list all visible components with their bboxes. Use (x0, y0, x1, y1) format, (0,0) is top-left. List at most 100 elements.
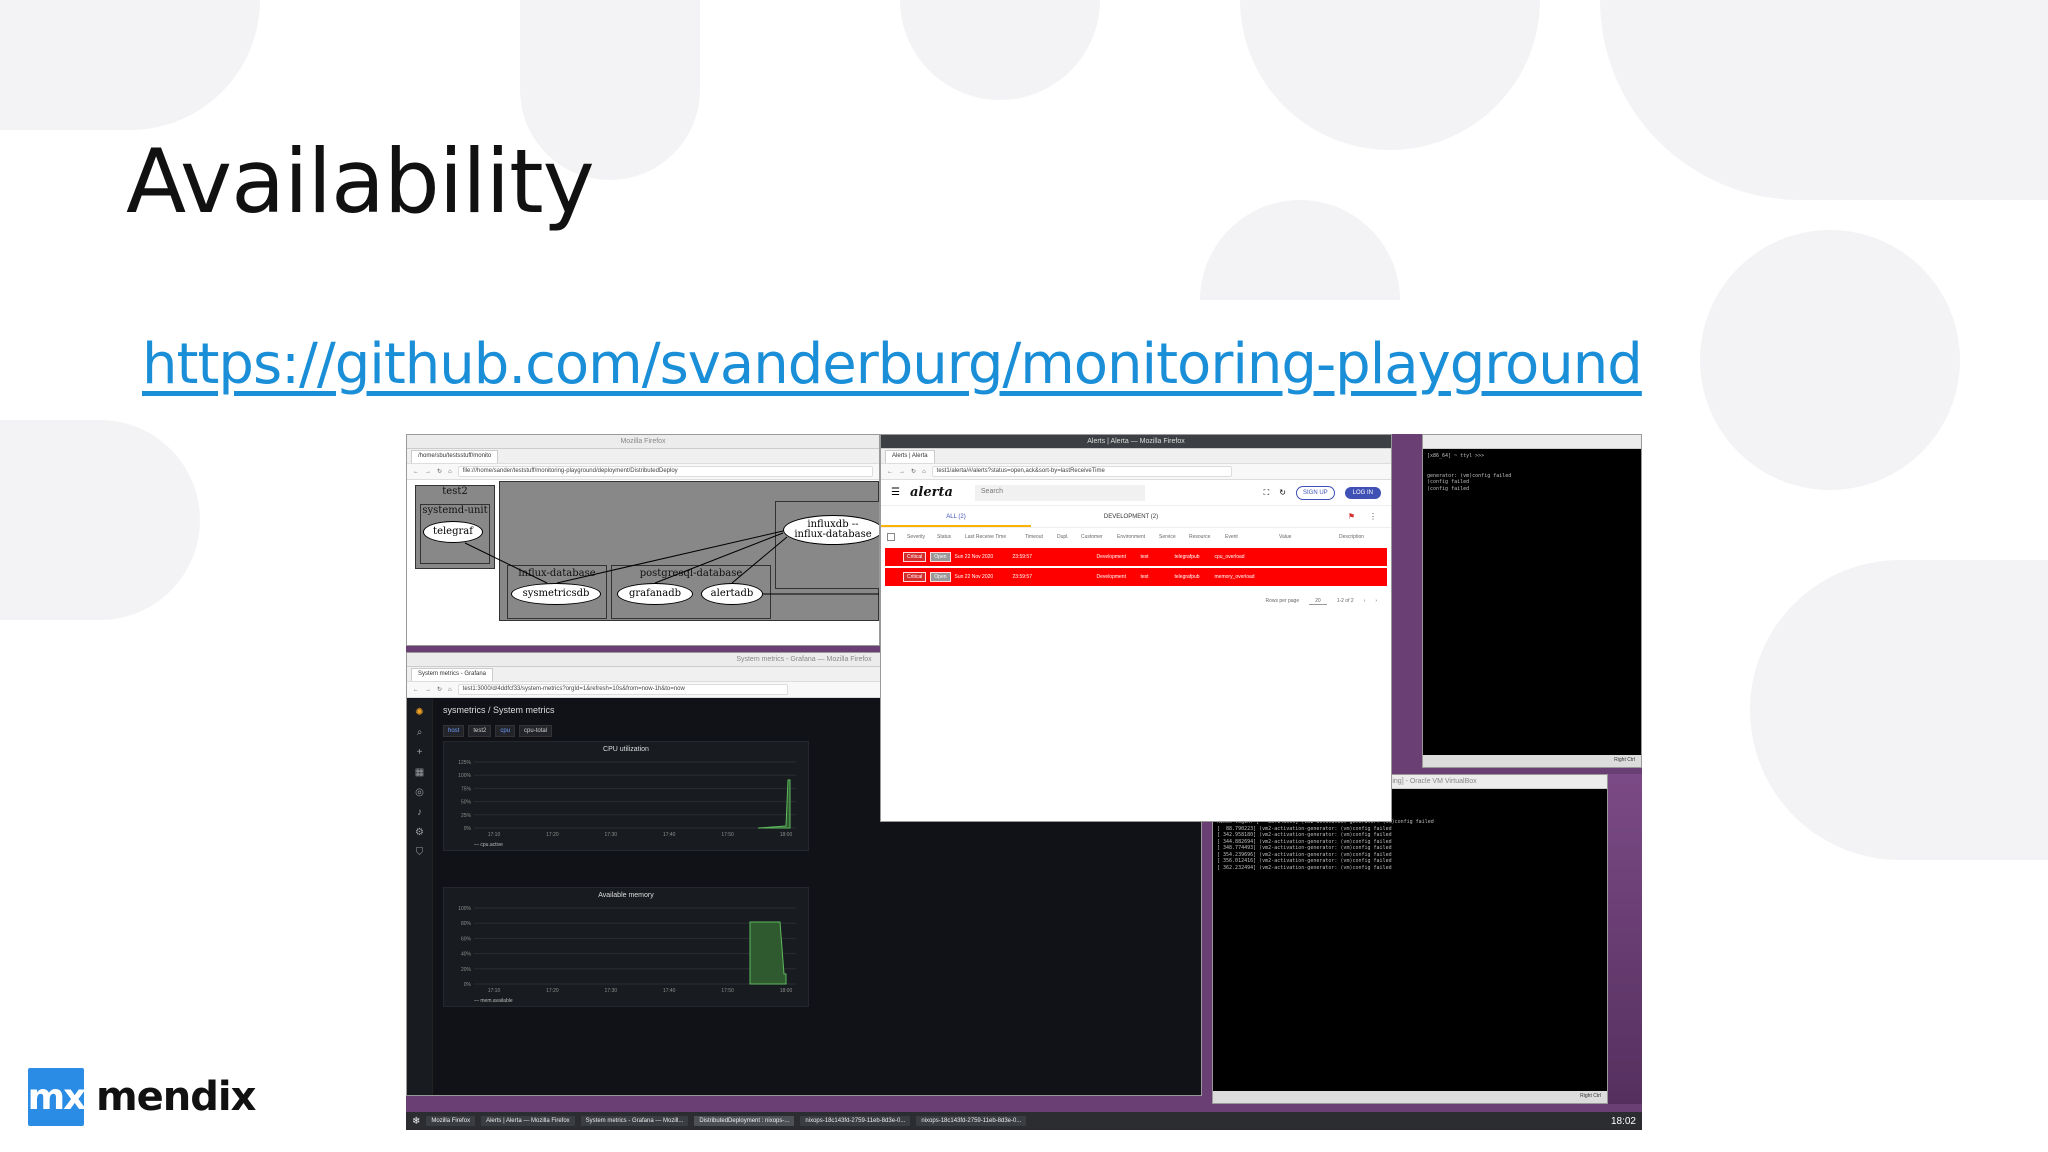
col-header[interactable]: Severity (907, 534, 937, 540)
alerta-toolbar: ☰ alerta Search ⛶ ↻ SIGN UP LOG IN (881, 480, 1391, 506)
refresh-icon[interactable]: ↻ (1279, 488, 1286, 497)
cpu-chart: 125% 100% 75% 50% 25% 0% 17:10 17:20 17:30 17:40 1… (458, 760, 796, 848)
prev-page-icon[interactable]: ‹ (1364, 598, 1366, 605)
var-cpu-select[interactable]: cpu-total (519, 725, 553, 737)
x-tick-label: 18:00 (780, 988, 793, 994)
row-environment: Development (1096, 554, 1126, 560)
start-menu-icon[interactable]: ❄ (412, 1116, 420, 1127)
var-cpu-label: cpu (495, 725, 516, 737)
col-header[interactable]: Dupl. (1057, 534, 1081, 540)
alerta-env-tabs: ALL (2) DEVELOPMENT (2) ⚑ ⋮ (881, 506, 1391, 528)
severity-badge: Critical (903, 572, 927, 582)
home-icon[interactable]: ⌂ (922, 469, 926, 475)
col-header[interactable]: Description (1339, 534, 1379, 540)
taskbar-item[interactable]: Alerts | Alerta — Mozilla Firefox (481, 1116, 575, 1126)
menu-icon[interactable]: ☰ (891, 487, 900, 498)
col-header[interactable]: Service (1159, 534, 1189, 540)
row-timeout: 23:59:57 (1012, 574, 1032, 580)
taskbar-item[interactable]: nixops-18c143fd-2759-11eb-8d3e-0... (800, 1116, 911, 1126)
sign-up-button[interactable]: SIGN UP (1295, 485, 1335, 500)
alerta-tabbar: Alerts | Alerta (881, 449, 1391, 464)
grafana-logo-icon[interactable]: ✺ (415, 707, 423, 718)
dashboard-breadcrumb[interactable]: sysmetrics / System metrics (443, 705, 555, 715)
y-tick-label: 40% (461, 952, 472, 958)
tab-development[interactable]: DEVELOPMENT (2) (1031, 514, 1231, 520)
taskbar-item[interactable]: System metrics - Grafana — Mozill... (580, 1116, 689, 1126)
back-icon[interactable]: ← (413, 469, 419, 475)
reload-icon[interactable]: ↻ (437, 468, 442, 475)
col-header[interactable]: Customer (1081, 534, 1117, 540)
col-header[interactable]: Value (1279, 534, 1339, 540)
cpu-series-line (757, 779, 791, 829)
github-link[interactable]: https://github.com/svanderburg/monitorin… (142, 332, 1643, 397)
tab-all[interactable]: ALL (2) (881, 514, 1031, 520)
vm-window-top: [x86_64] ~ ttyl >>> generator: (vm)confi… (1422, 434, 1642, 768)
graph-url-input[interactable]: file:///home/sander/teststuff/monitoring… (457, 466, 873, 477)
alerta-search-input[interactable]: Search (974, 484, 1145, 501)
graph-browser-window: Mozilla Firefox /home/sbu/testsstuff/mon… (406, 434, 880, 646)
fullscreen-icon[interactable]: ⛶ (1264, 488, 1270, 498)
taskbar-item[interactable]: Mozilla Firefox (426, 1116, 476, 1126)
taskbar-item[interactable]: DistributedDeployment : nixops-... (694, 1116, 795, 1126)
home-icon[interactable]: ⌂ (448, 687, 452, 693)
log-in-button[interactable]: LOG IN (1344, 486, 1381, 499)
col-header[interactable]: Event (1225, 534, 1279, 540)
y-tick-label: 80% (461, 921, 472, 927)
alerting-icon[interactable]: ♪ (417, 807, 422, 818)
forward-icon[interactable]: → (425, 469, 431, 475)
var-host-label: host (443, 725, 465, 737)
dashboards-icon[interactable]: ▦ (415, 767, 424, 778)
node-grafanadb: grafanadb (617, 583, 693, 605)
explore-icon[interactable]: ◎ (415, 787, 424, 798)
reload-icon[interactable]: ↻ (437, 686, 442, 693)
y-tick-label: 0% (464, 982, 472, 988)
logo-wordmark: mendix (96, 1074, 256, 1120)
node-alertadb: alertadb (701, 583, 763, 605)
var-host-select[interactable]: test2 (468, 725, 492, 737)
alert-row[interactable]: Critical Open Sun 22 Nov 2020 23:59:57 D… (885, 548, 1387, 566)
back-icon[interactable]: ← (413, 687, 419, 693)
y-tick-label: 100% (458, 773, 471, 779)
home-icon[interactable]: ⌂ (448, 469, 452, 475)
alert-row[interactable]: Critical Open Sun 22 Nov 2020 23:59:57 D… (885, 568, 1387, 586)
filter-icon[interactable]: ⚑ (1348, 512, 1355, 521)
dashboard-variables: host test2 cpu cpu-total (443, 725, 553, 737)
pagination: Rows per page 20 1-2 of 2 ‹ › (881, 588, 1391, 615)
desktop-wallpaper (1606, 774, 1642, 1104)
vm-window-bottom: nixops-... [Running] - Oracle VM Virtual… (1212, 774, 1608, 1104)
col-header[interactable]: Status (937, 534, 965, 540)
shield-icon[interactable]: ⛉ (416, 847, 424, 858)
col-header[interactable]: Timeout (1025, 534, 1057, 540)
deployment-graph: test2 systemd-unit influx-database postg… (407, 481, 879, 645)
col-header[interactable]: Environment (1117, 534, 1159, 540)
y-tick-label: 125% (458, 760, 471, 766)
y-tick-label: 100% (458, 906, 471, 912)
terminal-top: [x86_64] ~ ttyl >>> generator: (vm)confi… (1423, 449, 1641, 755)
select-all-checkbox[interactable] (887, 533, 895, 541)
alerta-urlbar: ← → ↻ ⌂ test1/alerta/#/alerts?status=ope… (881, 464, 1391, 480)
alerta-tab[interactable]: Alerts | Alerta (885, 450, 935, 463)
reload-icon[interactable]: ↻ (911, 468, 916, 475)
clock: 18:02 (1610, 1115, 1636, 1127)
row-timeout: 23:59:57 (1012, 554, 1032, 560)
more-icon[interactable]: ⋮ (1369, 512, 1377, 521)
back-icon[interactable]: ← (887, 469, 893, 475)
grafana-url-input[interactable]: test1:3000/d/4ddfcf33/system-metrics?org… (457, 684, 788, 695)
x-tick-label: 17:10 (488, 832, 501, 838)
alerta-url-input[interactable]: test1/alerta/#/alerts?status=open,ack&so… (931, 466, 1232, 477)
graph-urlbar: ← → ↻ ⌂ file:///home/sander/teststuff/mo… (407, 464, 879, 480)
col-header[interactable]: Resource (1189, 534, 1225, 540)
col-header[interactable]: Last Receive Time (965, 534, 1025, 540)
search-icon[interactable]: ⌕ (417, 727, 423, 738)
next-page-icon[interactable]: › (1375, 598, 1377, 605)
rows-per-page-select[interactable]: 20 (1309, 598, 1327, 605)
forward-icon[interactable]: → (899, 469, 905, 475)
x-tick-label: 17:20 (546, 832, 559, 838)
grafana-tab[interactable]: System metrics - Grafana (411, 668, 494, 681)
plus-icon[interactable]: + (417, 747, 423, 758)
taskbar-item[interactable]: nixops-18c143fd-2759-11eb-8d3e-0... (916, 1116, 1027, 1126)
slide-title: Availability (126, 130, 595, 233)
forward-icon[interactable]: → (425, 687, 431, 693)
graph-tab[interactable]: /home/sbu/testsstuff/monito (411, 450, 499, 463)
gear-icon[interactable]: ⚙ (415, 827, 424, 838)
